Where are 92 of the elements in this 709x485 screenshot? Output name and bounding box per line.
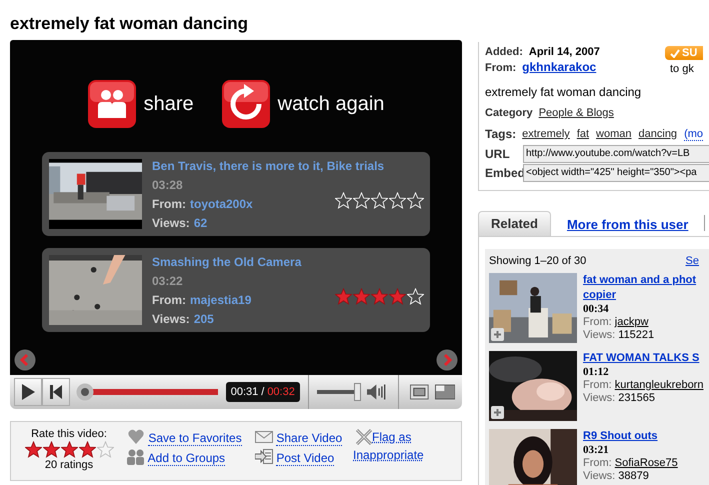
star-icon — [407, 288, 424, 305]
from-label: From: — [152, 293, 186, 307]
cross-icon — [355, 428, 373, 445]
view-count: 231565 — [618, 392, 655, 404]
speaker-icon[interactable] — [367, 384, 388, 400]
upload-date: April 14, 2007 — [528, 46, 600, 58]
from-label: From: — [583, 457, 612, 469]
action-link[interactable]: Add to Groups — [148, 451, 226, 466]
views-label: Views: — [152, 216, 190, 230]
from-label: From: — [152, 197, 186, 211]
category-link[interactable]: People & Blogs — [538, 107, 614, 119]
user-link[interactable]: kurtangleukreborn — [614, 379, 704, 391]
star-icon — [407, 192, 424, 209]
star-icon[interactable] — [42, 441, 60, 458]
tag-link[interactable]: dancing — [638, 128, 678, 140]
playhead-knob[interactable] — [76, 383, 94, 401]
time-display: 00:31 / 00:32 — [226, 382, 300, 402]
tab[interactable]: More from this user — [566, 213, 688, 236]
user-link[interactable]: jackpw — [614, 316, 648, 328]
action-link[interactable]: Share Video — [276, 431, 342, 446]
view-count: 62 — [194, 216, 208, 230]
view-count: 205 — [194, 312, 214, 326]
watch-again-button[interactable]: watch again — [222, 80, 384, 128]
large-size-icon[interactable] — [434, 384, 456, 400]
people-icon — [88, 80, 136, 128]
video-title-link[interactable]: fat woman and a phot copier — [583, 273, 696, 303]
duration: 03:28 — [152, 178, 184, 193]
view-count: 38879 — [618, 470, 649, 482]
envelope-icon — [255, 428, 273, 445]
tag-link[interactable]: extremely — [522, 128, 570, 140]
rating-count: 20 ratings — [44, 459, 94, 471]
star-icon[interactable] — [24, 441, 42, 458]
star-icon — [371, 192, 388, 209]
play-icon — [21, 384, 36, 400]
volume-slider-thumb[interactable] — [354, 383, 361, 401]
views-label: Views: — [583, 392, 616, 404]
normal-size-icon[interactable] — [410, 384, 429, 400]
play-button[interactable] — [14, 378, 42, 406]
duration: 00:34 — [583, 303, 610, 316]
see-all-link[interactable]: Se — [686, 255, 699, 267]
star-icon — [389, 192, 406, 209]
added-label: Added: — [485, 46, 523, 58]
from-label: From: — [583, 316, 612, 328]
heart-icon — [127, 428, 145, 445]
skip-back-icon — [50, 385, 62, 399]
embed-field[interactable]: <object width="425" height="350"><pa — [523, 164, 709, 182]
subscribe-note: to gk — [670, 63, 694, 75]
views-label: Views: — [583, 329, 616, 341]
duration: 03:21 — [583, 444, 610, 457]
duration: 01:12 — [583, 366, 610, 379]
star-icon[interactable] — [60, 441, 78, 458]
views-label: Views: — [583, 470, 616, 482]
action-link[interactable]: Post Video — [276, 451, 334, 466]
result-count: Showing 1–20 of 30 — [489, 255, 586, 267]
star-icon[interactable] — [96, 441, 114, 458]
views-label: Views: — [152, 312, 190, 326]
add-button[interactable] — [491, 328, 504, 341]
rate-prompt: Rate this video: — [31, 428, 107, 440]
video-title: extremely fat woman dancing — [10, 14, 250, 34]
star-icon — [371, 288, 388, 305]
from-label: From: — [485, 62, 516, 74]
star-icon — [389, 288, 406, 305]
video-title-link[interactable]: R9 Shout outs — [583, 429, 678, 444]
description: extremely fat woman dancing — [485, 85, 642, 99]
check-icon — [670, 48, 680, 58]
share-button[interactable]: share — [88, 80, 194, 128]
star-icon — [353, 288, 370, 305]
arrow-document-icon — [255, 448, 273, 465]
action-link[interactable]: Flag as Inappropriate — [353, 428, 437, 464]
star-icon[interactable] — [78, 441, 96, 458]
tab[interactable]: Related — [478, 211, 551, 236]
duration: 03:22 — [152, 274, 184, 289]
star-icon — [335, 192, 352, 209]
replay-icon — [222, 80, 270, 128]
people-icon — [127, 448, 145, 465]
category-label: Category — [485, 107, 533, 119]
star-icon — [335, 288, 352, 305]
url-field[interactable]: http://www.youtube.com/watch?v=LB — [523, 145, 709, 163]
user-link[interactable]: SofiaRose75 — [614, 457, 678, 469]
tag-link[interactable]: woman — [596, 128, 632, 140]
video-title-link[interactable]: FAT WOMAN TALKS S — [583, 351, 704, 366]
url-label: URL — [485, 147, 511, 161]
tags-label: Tags: — [485, 127, 516, 141]
tag-link[interactable]: fat — [576, 128, 590, 140]
add-button[interactable] — [491, 406, 504, 419]
restart-button[interactable] — [42, 378, 70, 406]
from-label: From: — [583, 379, 612, 391]
action-link[interactable]: Save to Favorites — [148, 431, 242, 446]
user-link[interactable]: gkhnkarakoc — [522, 60, 596, 74]
star-icon — [353, 192, 370, 209]
more-tags-link[interactable]: (mo — [684, 128, 704, 140]
view-count: 115221 — [618, 329, 654, 341]
